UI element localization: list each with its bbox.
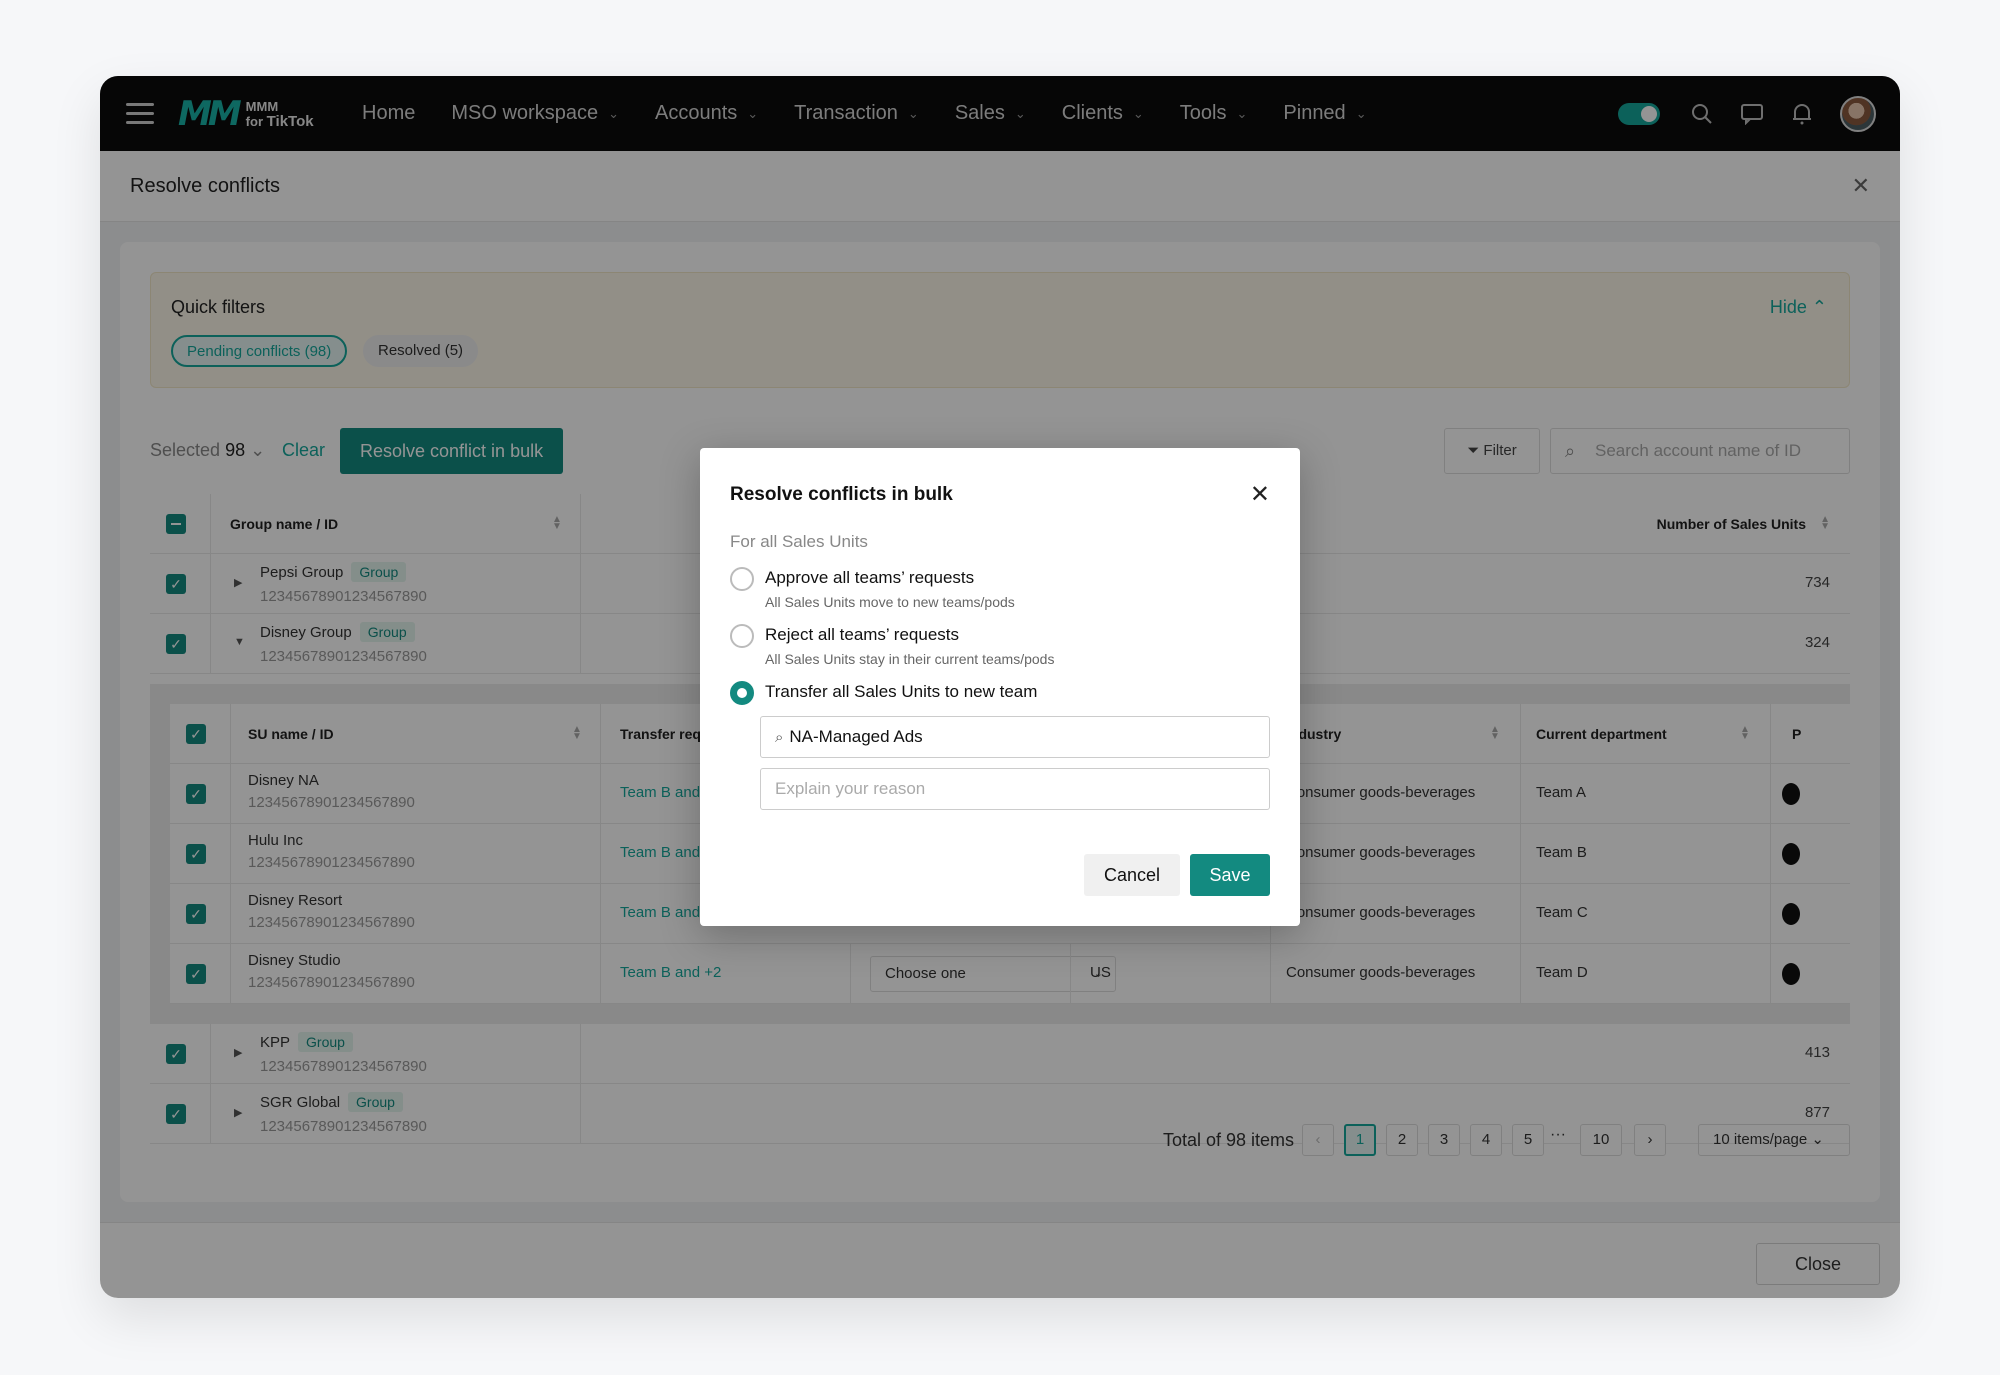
search-icon: ⌕	[775, 729, 784, 746]
transfer-radio[interactable]	[730, 681, 754, 705]
modal-subtitle: For all Sales Units	[730, 532, 868, 551]
approve-desc: All Sales Units move to new teams/pods	[765, 594, 1015, 610]
cancel-button[interactable]: Cancel	[1084, 854, 1180, 896]
reject-label[interactable]: Reject all teams’ requests	[765, 625, 959, 645]
reject-radio[interactable]	[730, 624, 754, 648]
modal-title: Resolve conflicts in bulk	[730, 484, 953, 505]
team-search-input[interactable]: ⌕ NA-Managed Ads	[760, 716, 1270, 758]
reject-desc: All Sales Units stay in their current te…	[765, 651, 1055, 667]
transfer-label[interactable]: Transfer all Sales Units to new team	[765, 682, 1037, 702]
approve-label[interactable]: Approve all teams’ requests	[765, 568, 974, 588]
save-button[interactable]: Save	[1190, 854, 1270, 896]
close-icon[interactable]: ✕	[1250, 480, 1270, 509]
approve-radio[interactable]	[730, 567, 754, 591]
reason-input[interactable]: Explain your reason	[760, 768, 1270, 810]
resolve-bulk-modal: Resolve conflicts in bulk ✕ For all Sale…	[700, 448, 1300, 926]
